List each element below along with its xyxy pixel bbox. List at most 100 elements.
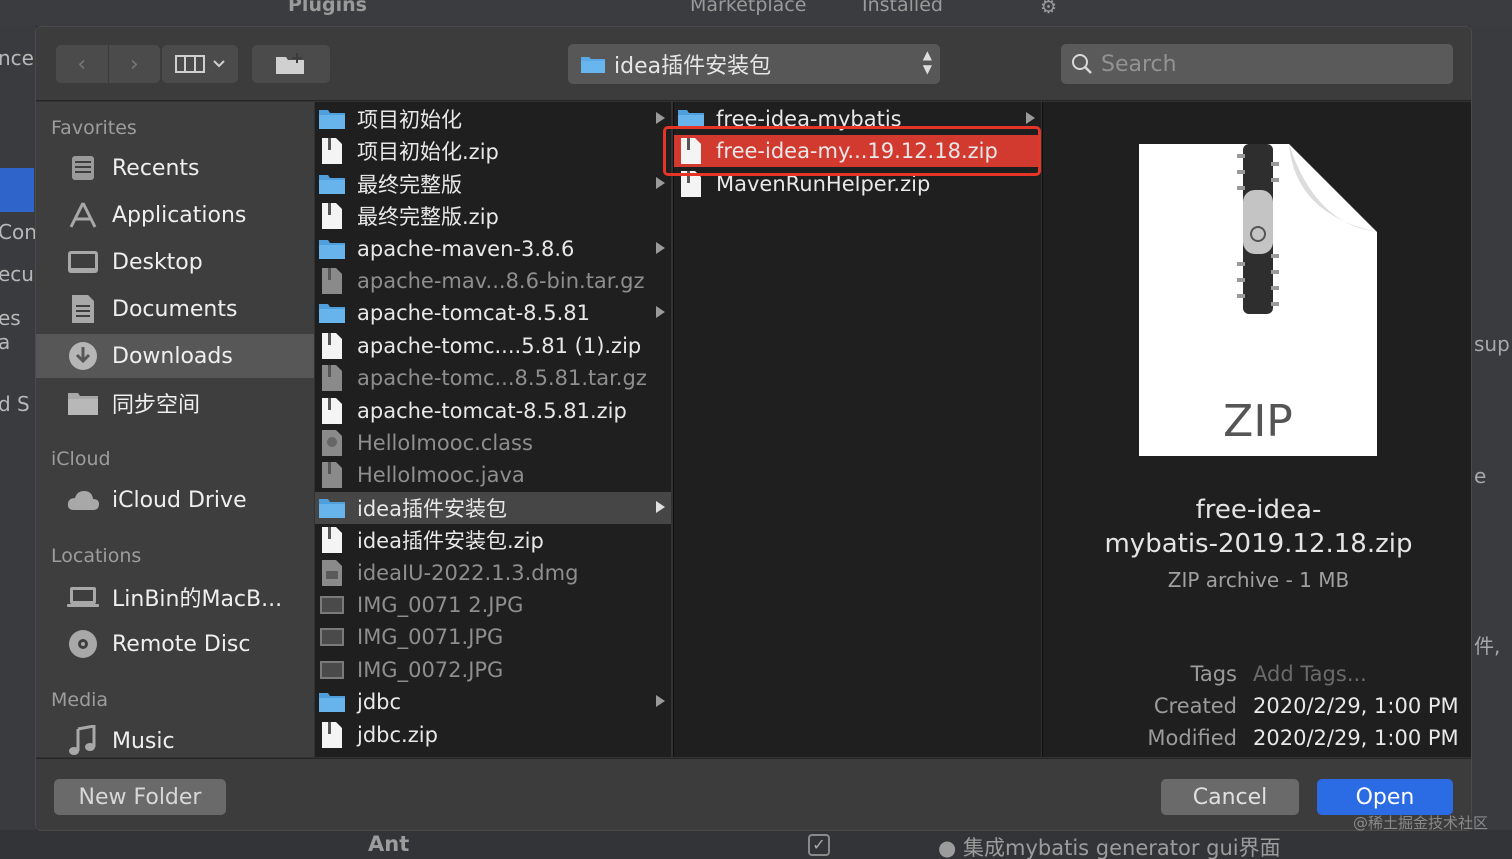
document-icon: [66, 292, 100, 326]
bg-plugins-title: Plugins: [288, 0, 367, 16]
sidebar-item-desktop[interactable]: Desktop: [36, 240, 314, 284]
row-label: jdbc.zip: [357, 722, 438, 747]
sidebar-item-downloads[interactable]: Downloads: [36, 334, 314, 378]
row-label: 项目初始化: [357, 108, 462, 132]
path-popup-button[interactable]: idea插件安装包 ▲ ▼: [568, 44, 940, 84]
sidebar-item-applications[interactable]: Applications: [36, 193, 314, 237]
sidebar-item-recents[interactable]: Recents: [36, 146, 314, 190]
file-row[interactable]: IMG_0071 2.JPG: [315, 589, 671, 621]
folder-icon: [317, 173, 347, 195]
bg-fragment-feature: ● 集成mybatis generator gui界面: [938, 836, 1281, 859]
background-right-panel: sup e 件,: [1470, 26, 1512, 859]
row-label: apache-maven-3.8.6: [357, 236, 575, 261]
new-folder-toolbar-button[interactable]: [252, 45, 330, 83]
bg-checkbox[interactable]: ✓: [808, 834, 830, 856]
disk-image-icon: [317, 559, 347, 587]
row-label: jdbc: [357, 690, 402, 715]
search-input[interactable]: [1101, 51, 1421, 77]
sidebar-item-label: Documents: [112, 296, 238, 322]
file-row[interactable]: jdbc.zip: [315, 719, 671, 751]
bg-tab-marketplace[interactable]: Marketplace: [690, 0, 806, 16]
sidebar-item-documents[interactable]: Documents: [36, 287, 314, 331]
row-label: IMG_0072.JPG: [357, 657, 504, 682]
zip-file-icon: [317, 526, 347, 554]
music-note-icon: [66, 724, 100, 758]
disclosure-arrow-icon: [656, 695, 665, 708]
bg-fragment: Con: [0, 220, 37, 244]
back-forward-control: ‹ ›: [56, 45, 160, 83]
file-row[interactable]: IMG_0071.JPG: [315, 621, 671, 653]
folder-row[interactable]: free-idea-mybatis: [674, 103, 1041, 135]
row-label: ideaIU-2022.1.3.dmg: [357, 560, 579, 585]
archive-file-icon: [317, 267, 347, 295]
file-row[interactable]: MavenRunHelper.zip: [674, 168, 1041, 200]
sidebar-heading-media: Media: [51, 689, 109, 711]
applications-icon: [66, 198, 100, 232]
row-label: free-idea-mybatis: [716, 107, 902, 131]
forward-button[interactable]: ›: [108, 52, 160, 77]
bg-fragment: sup: [1474, 332, 1510, 356]
zip-file-icon: [676, 170, 706, 198]
download-icon: [66, 339, 100, 373]
row-label: apache-tomcat-8.5.81.zip: [357, 398, 627, 423]
sidebar-item-music[interactable]: Music: [36, 719, 314, 763]
dialog-toolbar: ‹ › idea插件安装包 ▲ ▼: [36, 27, 1471, 101]
file-row[interactable]: apache-mav...8.6-bin.tar.gz: [315, 265, 671, 297]
sidebar-item-remote-disc[interactable]: Remote Disc: [36, 622, 314, 666]
row-label: free-idea-my...19.12.18.zip: [716, 139, 998, 164]
sidebar-item-label: LinBin的MacB...: [112, 587, 283, 612]
background-left-panel: nce Con ecu es a d S: [0, 26, 37, 859]
folder-row[interactable]: jdbc: [315, 686, 671, 718]
file-row[interactable]: apache-tomc...8.5.81.tar.gz: [315, 362, 671, 394]
folder-row[interactable]: 最终完整版: [315, 168, 671, 200]
gear-icon[interactable]: ⚙: [1040, 0, 1057, 18]
folder-row[interactable]: idea插件安装包: [315, 491, 671, 524]
zip-icon-label: ZIP: [1223, 396, 1293, 447]
sidebar-item-sync-space[interactable]: 同步空间: [36, 381, 314, 425]
folder-icon: [317, 691, 347, 713]
open-button[interactable]: Open: [1317, 779, 1453, 815]
file-row[interactable]: HelloImooc.java: [315, 459, 671, 491]
file-row[interactable]: HelloImooc.class: [315, 427, 671, 459]
bg-tab-installed[interactable]: Installed: [862, 0, 943, 16]
file-row[interactable]: IMG_0072.JPG: [315, 654, 671, 686]
search-field[interactable]: [1061, 44, 1453, 84]
file-row[interactable]: 最终完整版.zip: [315, 200, 671, 232]
cancel-button[interactable]: Cancel: [1161, 779, 1299, 815]
back-button[interactable]: ‹: [56, 52, 108, 77]
bg-fragment-ant: Ant: [368, 832, 410, 856]
file-row[interactable]: apache-tomcat-8.5.81.zip: [315, 395, 671, 427]
created-label: Created: [1153, 694, 1237, 718]
row-label: apache-tomcat-8.5.81: [357, 301, 590, 326]
file-row[interactable]: free-idea-my...19.12.18.zip: [674, 135, 1041, 168]
row-label: 最终完整版.zip: [357, 205, 499, 230]
sidebar-item-label: Remote Disc: [112, 631, 251, 657]
folder-row[interactable]: apache-tomcat-8.5.81: [315, 297, 671, 329]
new-folder-button[interactable]: New Folder: [54, 779, 226, 815]
sidebar-heading-icloud: iCloud: [51, 448, 111, 470]
file-row[interactable]: 项目初始化.zip: [315, 135, 671, 167]
sidebar: Favorites Recents Applications Desktop D…: [36, 102, 314, 757]
sidebar-item-macbook[interactable]: LinBin的MacB...: [36, 575, 314, 619]
file-row[interactable]: apache-tomc....5.81 (1).zip: [315, 330, 671, 362]
search-icon: [1072, 54, 1092, 74]
file-row[interactable]: ideaIU-2022.1.3.dmg: [315, 557, 671, 589]
file-row[interactable]: idea插件安装包.zip: [315, 524, 671, 556]
disclosure-arrow-icon: [656, 241, 665, 254]
preview-kind-size: ZIP archive - 1 MB: [1167, 568, 1350, 592]
preview-filename-line1: free-idea-: [1195, 495, 1322, 525]
folder-row[interactable]: apache-maven-3.8.6: [315, 233, 671, 265]
sidebar-item-label: Recents: [112, 155, 200, 181]
row-label: apache-tomc....5.81 (1).zip: [357, 333, 642, 358]
add-tags-field[interactable]: Add Tags...: [1253, 662, 1367, 686]
bg-fragment: d S: [0, 392, 30, 416]
zip-archive-icon: ZIP: [1139, 144, 1377, 456]
zip-file-icon: [317, 202, 347, 230]
sidebar-item-icloud-drive[interactable]: iCloud Drive: [36, 478, 314, 522]
disclosure-arrow-icon: [656, 112, 665, 124]
sidebar-heading-favorites: Favorites: [51, 117, 137, 139]
view-mode-button[interactable]: [162, 45, 238, 83]
folder-row[interactable]: 项目初始化: [315, 103, 671, 135]
row-label: 项目初始化.zip: [357, 140, 499, 165]
bg-fragment: es a: [0, 306, 21, 354]
